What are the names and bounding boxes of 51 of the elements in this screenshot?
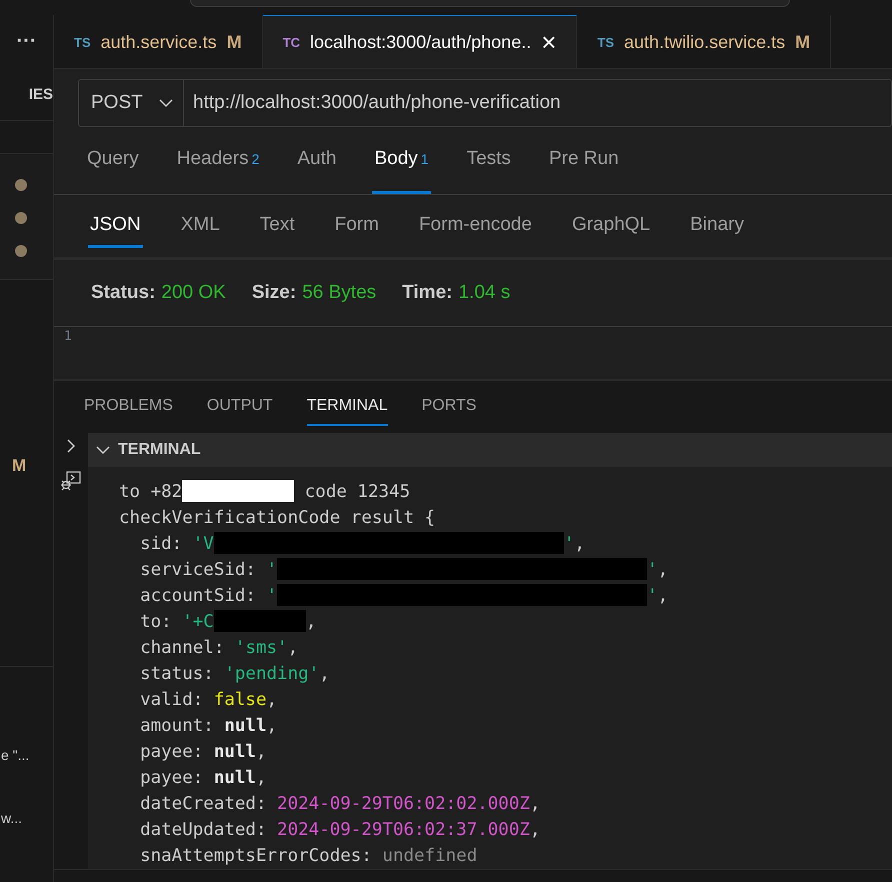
body-tab[interactable]: XML (178, 204, 222, 248)
debug-console-icon[interactable] (60, 471, 82, 491)
tab-label: localhost:3000/auth/phone.. (310, 32, 532, 52)
request-tab[interactable]: Auth (295, 127, 338, 194)
response-stat: Status: 200 OK (91, 282, 226, 304)
modified-label: M (12, 456, 26, 476)
url-field[interactable]: http://localhost:3000/auth/phone-verification (184, 79, 892, 127)
close-icon[interactable]: × (541, 29, 556, 55)
body-tab[interactable]: GraphQL (570, 204, 652, 248)
panel-tab[interactable]: OUTPUT (206, 388, 273, 426)
more-actions[interactable]: ··· (16, 30, 36, 53)
tab-label: auth.service.ts (100, 32, 217, 52)
response-stat: Size: 56 Bytes (252, 282, 376, 304)
editor-tab[interactable]: TC localhost:3000/auth/phone.. × (262, 15, 578, 68)
terminal-line: amount: null, (139, 715, 278, 738)
list-item-text[interactable]: e "... (1, 747, 30, 763)
modified-label: M (226, 32, 242, 52)
body-tab[interactable]: Text (258, 204, 297, 248)
list-item-text[interactable]: w... (1, 810, 22, 826)
terminal-line: payee: null, (139, 741, 268, 764)
terminal-line: snaAttemptsErrorCodes: undefined (139, 845, 478, 868)
terminal-title: TERMINAL (118, 441, 201, 459)
request-tab[interactable]: Query (85, 127, 141, 194)
panel-tab[interactable]: PROBLEMS (84, 388, 173, 426)
line-number: 1 (64, 329, 72, 345)
file-type-label: TS (74, 34, 91, 50)
terminal-line: to +82 code 12345 (119, 479, 412, 504)
tab-label: auth.twilio.service.ts (624, 32, 786, 52)
response-stat: Time: 1.04 s (402, 282, 510, 304)
method-dropdown[interactable]: POST (78, 79, 184, 127)
body-tab[interactable]: JSON (88, 204, 143, 248)
panel-tab[interactable]: PORTS (422, 388, 476, 426)
body-tab[interactable]: Binary (688, 204, 746, 248)
terminal-line: status: 'pending', (139, 663, 331, 686)
panel-tab[interactable]: TERMINAL (306, 388, 388, 426)
terminal-line: payee: null, (139, 767, 268, 790)
request-tab[interactable]: Pre Run (546, 127, 621, 194)
body-tab[interactable]: Form (332, 204, 381, 248)
terminal-line: channel: 'sms', (139, 637, 300, 660)
file-type-label: TC (282, 34, 300, 50)
terminal-line: dateCreated: 2024-09-29T06:02:02.000Z, (139, 793, 542, 816)
terminal-header[interactable]: TERMINAL (88, 433, 892, 467)
terminal-line: dateUpdated: 2024-09-29T06:02:37.000Z, (139, 819, 542, 842)
body-tab[interactable]: Form-encode (416, 204, 534, 248)
modified-label: M (795, 32, 810, 52)
terminal-line: valid: false, (139, 689, 278, 712)
section-heading: IES (28, 86, 53, 102)
request-tab[interactable]: Tests (464, 127, 513, 194)
file-type-label: TS (597, 34, 614, 50)
terminal-line: to: '+C , (139, 609, 318, 634)
terminal-line: checkVerificationCode result { (119, 507, 436, 530)
